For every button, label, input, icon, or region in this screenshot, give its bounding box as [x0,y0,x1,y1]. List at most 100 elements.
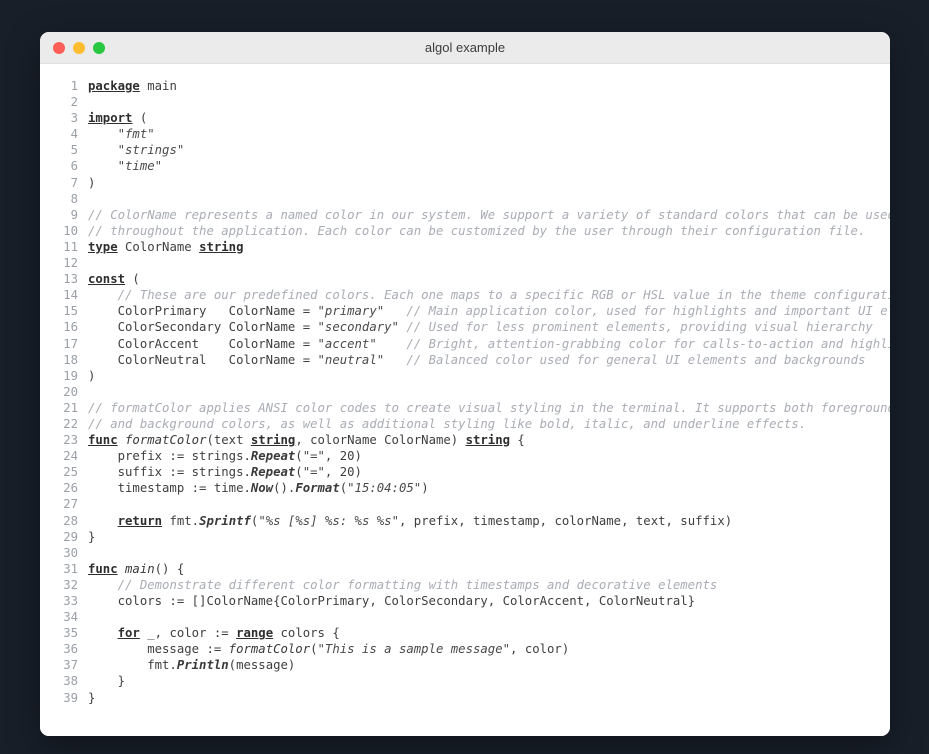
code-line[interactable]: 24 prefix := strings.Repeat("=", 20) [40,448,890,464]
code-line[interactable]: 38 } [40,673,890,689]
code-text: } [88,673,890,689]
line-number: 33 [63,594,78,608]
code-line[interactable]: 14 // These are our predefined colors. E… [40,287,890,303]
code-line[interactable]: 7) [40,175,890,191]
code-line[interactable]: 33 colors := []ColorName{ColorPrimary, C… [40,593,890,609]
code-line[interactable]: 3 import ( [40,110,890,126]
line-number: 32 [63,577,78,592]
code-line[interactable]: 17 ColorAccent ColorName = "accent" // B… [40,336,890,352]
code-token-k: string [465,433,511,448]
code-content[interactable]: 1 package main 2 3 import (4 "fmt" 5 "string… [40,64,890,736]
line-number: 18 [63,352,78,367]
code-line[interactable]: 35 for _, color := range colors { [40,625,890,641]
code-text: timestamp := time.Now().Format("15:04:05… [88,480,890,496]
code-text: ColorSecondary ColorName = "secondary" /… [88,319,890,335]
code-token-s: "time" [117,159,163,174]
code-token-p [384,353,406,367]
code-token-p: suffix := strings. [88,465,251,480]
code-token-p [88,514,118,528]
code-token-p: main [139,79,177,93]
code-token-fd: formatColor [228,642,311,657]
code-token-p: _, color := [139,626,237,641]
code-line[interactable]: 37 fmt.Println(message) [40,657,890,673]
line-number: 8 [70,191,78,206]
line-number: 4 [70,127,78,142]
code-token-s: "15:04:05" [347,481,422,496]
code-line[interactable]: 10 // throughout the application. Each co… [40,223,890,239]
code-line[interactable]: 19) [40,368,890,384]
code-token-p: , prefix, timestamp, colorName, text, su… [398,513,733,528]
code-token-c: // throughout the application. Each colo… [88,223,866,238]
code-line[interactable]: 15 ColorPrimary ColorName = "primary" //… [40,303,890,319]
minimize-button[interactable] [73,41,85,54]
maximize-button[interactable] [93,41,105,54]
code-token-p: () { [154,561,185,576]
code-line[interactable]: 28 return fmt.Sprintf("%s [%s] %s: %s %s… [40,513,890,529]
code-token-p: colors { [273,626,340,641]
code-token-p [118,433,125,447]
code-token-p: ) [421,481,429,496]
code-line[interactable]: 20 [40,384,890,400]
code-line[interactable]: 13 const ( [40,271,890,287]
code-line[interactable]: 6 "time" [40,158,890,174]
window-titlebar: algol example [40,32,890,64]
code-token-p [88,127,118,141]
code-token-p: ( [295,465,303,480]
code-token-p [384,304,406,318]
code-line[interactable]: 5 "strings" [40,142,890,158]
code-token-p: { [510,433,525,448]
code-line[interactable]: 26 timestamp := time.Now().Format("15:04… [40,480,890,496]
code-token-s: "strings" [117,143,185,158]
code-token-k: string [250,433,296,448]
code-token-k: for [117,626,140,641]
code-line[interactable]: 30 [40,545,890,561]
code-text: } [88,690,890,706]
code-line[interactable]: 31 func main() { [40,561,890,577]
code-line[interactable]: 34 [40,609,890,625]
code-line[interactable]: 29} [40,529,890,545]
code-token-s: "This is a sample message" [317,642,511,657]
code-line[interactable]: 25 suffix := strings.Repeat("=", 20) [40,464,890,480]
code-token-p: , colorName ColorName) [295,433,466,448]
code-token-p: , 20) [324,449,362,464]
code-token-k: func [88,433,118,448]
line-number: 26 [63,481,78,496]
code-text: const ( [88,271,890,287]
code-token-p [88,288,118,302]
line-number: 2 [70,95,78,110]
code-line[interactable]: 8 [40,191,890,207]
code-token-p: prefix := strings. [88,449,251,464]
code-token-p [88,143,118,157]
code-line[interactable]: 22 // and background colors, as well as a… [40,416,890,432]
code-line[interactable]: 39} [40,690,890,706]
line-number: 22 [63,416,78,431]
line-number: 23 [63,433,78,448]
close-button[interactable] [53,41,65,54]
code-text: ColorPrimary ColorName = "primary" // Ma… [88,303,890,319]
code-token-p: ( [295,449,303,464]
code-line[interactable]: 27 [40,496,890,512]
code-line[interactable]: 12 [40,255,890,271]
code-line[interactable]: 36 message := formatColor("This is a sam… [40,641,890,657]
code-text: suffix := strings.Repeat("=", 20) [88,464,890,480]
code-line[interactable]: 16 ColorSecondary ColorName = "secondary… [40,319,890,335]
code-line[interactable]: 2 [40,94,890,110]
code-token-s: "primary" [317,304,385,319]
code-token-fd: formatColor [125,433,207,448]
code-line[interactable]: 32 // Demonstrate different color format… [40,577,890,593]
line-number: 30 [63,545,78,560]
code-line[interactable]: 9 // ColorName represents a named color i… [40,207,890,223]
code-line[interactable]: 4 "fmt" [40,126,890,142]
code-line[interactable]: 11 type ColorName string [40,239,890,255]
code-token-s: "neutral" [317,352,385,367]
code-line[interactable]: 18 ColorNeutral ColorName = "neutral" //… [40,352,890,368]
code-line[interactable]: 21 // formatColor applies ANSI color code… [40,400,890,416]
code-text: // formatColor applies ANSI color codes … [88,400,890,416]
code-token-fn: Println [176,658,229,673]
line-number: 16 [63,320,78,335]
code-line[interactable]: 23 func formatColor(text string, colorNam… [40,432,890,448]
code-editor-window: algol example 1 package main 2 3 import (4 … [40,32,890,736]
code-line[interactable]: 1 package main [40,78,890,94]
